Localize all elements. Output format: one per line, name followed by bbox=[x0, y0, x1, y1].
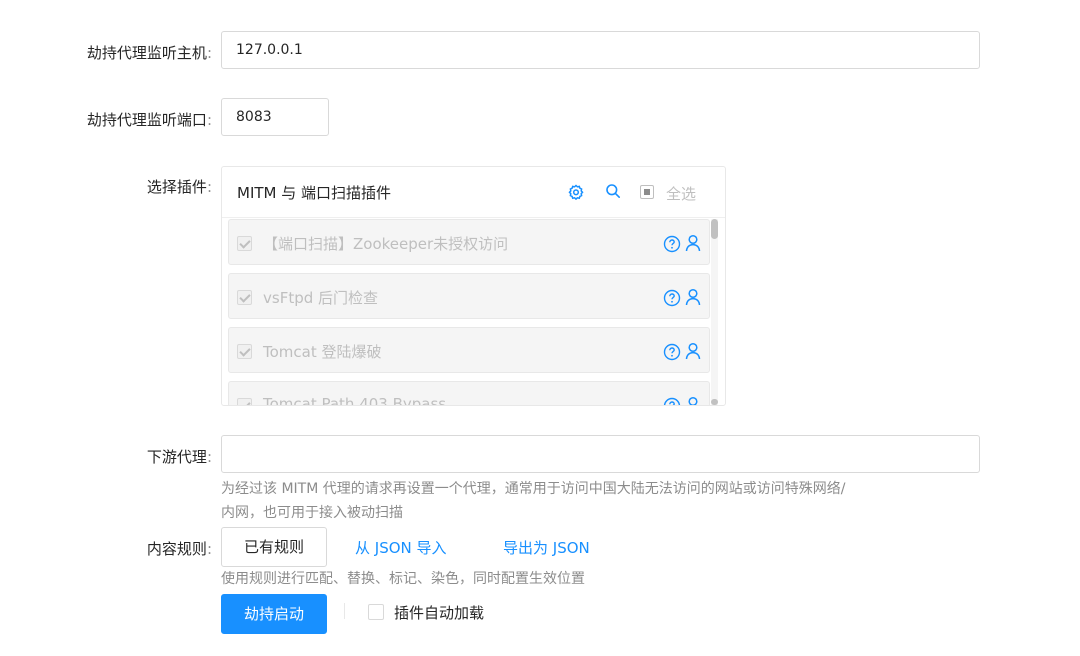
plugin-list: 【端口扫描】Zookeeper未授权访问 vsFtpd 后门检查 Tomcat … bbox=[228, 219, 710, 405]
start-hijack-button[interactable]: 劫持启动 bbox=[221, 594, 327, 634]
host-label: 劫持代理监听主机: bbox=[86, 44, 212, 62]
downstream-help-line-1: 为经过该 MITM 代理的请求再设置一个代理，通常用于访问中国大陆无法访问的网站… bbox=[221, 481, 846, 497]
plugin-panel: MITM 与 端口扫描插件 全选 【端口扫描】Zookeeper未授权访问 vs… bbox=[221, 166, 726, 406]
rules-help: 使用规则进行匹配、替换、标记、染色，同时配置生效位置 bbox=[221, 571, 585, 587]
downstream-label: 下游代理: bbox=[146, 448, 212, 466]
question-circle-icon[interactable] bbox=[663, 289, 681, 311]
rules-label: 内容规则: bbox=[146, 540, 212, 558]
question-circle-icon[interactable] bbox=[663, 235, 681, 257]
plugin-item[interactable]: Tomcat Path 403 Bypass bbox=[228, 381, 710, 405]
plugin-list-scroll-end bbox=[711, 399, 718, 405]
plugin-label: vsFtpd 后门检查 bbox=[263, 289, 379, 307]
search-icon[interactable] bbox=[605, 183, 621, 203]
port-label: 劫持代理监听端口: bbox=[86, 111, 212, 129]
plugin-label: Tomcat 登陆爆破 bbox=[263, 343, 382, 361]
plugins-label: 选择插件: bbox=[146, 178, 212, 196]
auto-load-label[interactable]: 插件自动加载 bbox=[394, 602, 484, 623]
downstream-proxy-input[interactable] bbox=[221, 435, 980, 473]
plugin-item[interactable]: Tomcat 登陆爆破 bbox=[228, 327, 710, 373]
user-icon[interactable] bbox=[685, 234, 701, 256]
port-input[interactable]: 8083 bbox=[221, 98, 329, 136]
user-icon[interactable] bbox=[685, 288, 701, 310]
question-circle-icon[interactable] bbox=[663, 397, 681, 405]
plugin-list-scroll-thumb[interactable] bbox=[711, 219, 718, 239]
select-all-checkbox[interactable] bbox=[640, 185, 654, 199]
plugin-checkbox[interactable] bbox=[237, 290, 252, 305]
plugin-label: Tomcat Path 403 Bypass bbox=[263, 395, 447, 405]
auto-load-checkbox[interactable] bbox=[368, 604, 384, 620]
existing-rules-button[interactable]: 已有规则 bbox=[221, 527, 327, 567]
plugin-item[interactable]: vsFtpd 后门检查 bbox=[228, 273, 710, 319]
select-all-label[interactable]: 全选 bbox=[666, 183, 696, 204]
plugin-panel-header: MITM 与 端口扫描插件 全选 bbox=[222, 167, 725, 218]
plugin-checkbox[interactable] bbox=[237, 398, 252, 405]
user-icon[interactable] bbox=[685, 396, 701, 405]
user-icon[interactable] bbox=[685, 342, 701, 364]
question-circle-icon[interactable] bbox=[663, 343, 681, 365]
export-json-link[interactable]: 导出为 JSON bbox=[503, 537, 590, 558]
import-json-link[interactable]: 从 JSON 导入 bbox=[355, 537, 447, 558]
plugin-panel-title: MITM 与 端口扫描插件 bbox=[237, 184, 392, 202]
plugin-checkbox[interactable] bbox=[237, 236, 252, 251]
host-input[interactable]: 127.0.0.1 bbox=[221, 31, 980, 69]
action-divider bbox=[344, 603, 345, 619]
plugin-checkbox[interactable] bbox=[237, 344, 252, 359]
plugin-label: 【端口扫描】Zookeeper未授权访问 bbox=[263, 235, 509, 253]
downstream-help-line-2: 内网，也可用于接入被动扫描 bbox=[221, 505, 403, 521]
plugin-list-scrollbar[interactable] bbox=[711, 219, 718, 405]
plugin-item[interactable]: 【端口扫描】Zookeeper未授权访问 bbox=[228, 219, 710, 265]
gear-icon[interactable] bbox=[568, 184, 584, 204]
